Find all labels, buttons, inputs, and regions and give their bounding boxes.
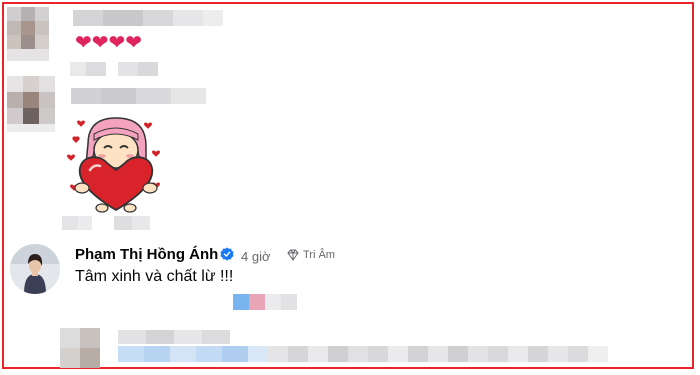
comment-actions-2	[62, 216, 152, 232]
verified-badge-icon	[220, 247, 234, 261]
fan-badge-label[interactable]: Tri Âm	[303, 249, 335, 261]
author-name-1[interactable]	[73, 10, 223, 26]
comment-actions-1	[70, 62, 170, 78]
girl-holding-heart-sticker-icon	[67, 117, 160, 213]
timestamp[interactable]: 4 giờ	[241, 249, 271, 264]
reply-avatar[interactable]	[60, 328, 100, 368]
author-name[interactable]: Phạm Thị Hồng Ánh	[75, 246, 218, 263]
avatar[interactable]	[10, 244, 60, 294]
reply-text-line-1	[118, 330, 258, 344]
comment-text: Tâm xinh và chất lừ !!!	[75, 268, 234, 285]
heart-emoji-row: ❤❤❤❤	[75, 33, 142, 53]
reply-text-line-2	[118, 346, 618, 362]
heart-icon: ❤	[108, 32, 126, 54]
avatar-2[interactable]	[7, 76, 55, 132]
heart-icon: ❤	[125, 32, 143, 54]
heart-icon: ❤	[91, 32, 109, 54]
avatar-1[interactable]	[7, 7, 53, 61]
profile-photo-icon	[10, 244, 60, 294]
diamond-icon	[287, 249, 299, 261]
author-name-2[interactable]	[71, 88, 211, 104]
heart-icon: ❤	[75, 32, 92, 54]
comment-actions-3	[233, 294, 313, 312]
